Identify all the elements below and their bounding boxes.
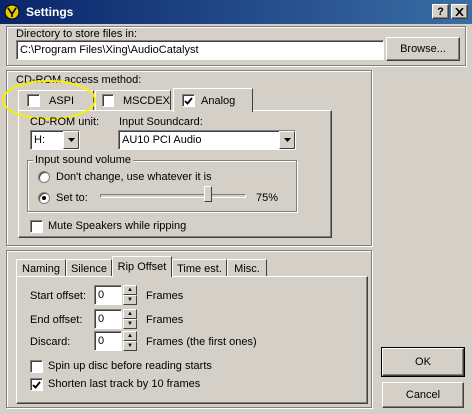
soundcard-select[interactable]: AU10 PCI Audio — [118, 130, 296, 150]
discard-spinner[interactable]: ▲ ▼ — [123, 331, 137, 351]
discard-value: 0 — [98, 335, 105, 347]
tab-naming[interactable]: Naming — [16, 259, 66, 277]
tab-analog[interactable]: Analog — [173, 88, 253, 112]
end-offset-input[interactable]: 0 — [94, 309, 122, 329]
discard-label: Discard: — [30, 336, 71, 348]
cdrom-unit-label: CD-ROM unit: — [30, 116, 100, 128]
shorten-label: Shorten last track by 10 frames — [48, 378, 201, 390]
cdrom-unit-value: H: — [34, 134, 45, 146]
start-offset-unit: Frames — [146, 290, 184, 302]
directory-path-field[interactable]: C:\Program Files\Xing\AudioCatalyst — [16, 40, 384, 60]
close-icon — [455, 7, 464, 16]
spin-up-icon[interactable]: ▲ — [123, 285, 137, 295]
shorten-checkbox[interactable] — [30, 378, 43, 391]
tab-rip-offset[interactable]: Rip Offset — [112, 256, 172, 277]
discard-input[interactable]: 0 — [94, 331, 122, 351]
end-offset-label: End offset: — [30, 314, 83, 326]
chevron-down-icon — [283, 138, 291, 142]
start-offset-spinner[interactable]: ▲ ▼ — [123, 285, 137, 305]
tab-silence[interactable]: Silence — [66, 259, 112, 277]
radio-dont-change[interactable] — [38, 171, 50, 183]
start-offset-label: Start offset: — [30, 290, 87, 302]
close-button[interactable] — [451, 4, 468, 19]
spinup-checkbox[interactable] — [30, 360, 43, 373]
spin-down-icon[interactable]: ▼ — [123, 341, 137, 351]
discard-unit: Frames (the first ones) — [146, 336, 257, 348]
volume-slider[interactable] — [100, 184, 248, 206]
cdrom-unit-select[interactable]: H: — [30, 130, 80, 150]
analog-label: Analog — [201, 94, 236, 107]
mute-label: Mute Speakers while ripping — [48, 220, 187, 232]
mscdex-label: MSCDEX — [122, 94, 170, 107]
help-button[interactable]: ? — [432, 4, 449, 19]
cancel-button[interactable]: Cancel — [382, 382, 464, 408]
chevron-down-icon — [67, 138, 75, 142]
checkmark-icon — [32, 380, 41, 389]
browse-button[interactable]: Browse... — [386, 37, 460, 61]
window-title: Settings — [26, 5, 74, 19]
radio-set-to[interactable] — [38, 192, 50, 204]
radio-selected-dot — [42, 196, 46, 200]
directory-path-value: C:\Program Files\Xing\AudioCatalyst — [20, 44, 199, 56]
volume-slider-thumb[interactable] — [204, 186, 212, 202]
soundcard-label: Input Soundcard: — [119, 116, 203, 128]
mscdex-checkbox[interactable] — [102, 94, 114, 107]
volume-group-label: Input sound volume — [33, 154, 134, 166]
spin-up-icon[interactable]: ▲ — [123, 309, 137, 319]
start-offset-input[interactable]: 0 — [94, 285, 122, 305]
analog-checkbox[interactable] — [182, 94, 195, 107]
checkmark-icon — [184, 96, 193, 105]
spinup-label: Spin up disc before reading starts — [48, 360, 212, 372]
mute-checkbox[interactable] — [30, 220, 43, 233]
cdrom-unit-dropdown[interactable] — [63, 131, 79, 149]
tab-mscdex[interactable]: MSCDEX — [95, 90, 171, 110]
radio-set-to-label: Set to: — [56, 192, 88, 204]
tab-time-est[interactable]: Time est. — [172, 259, 227, 277]
start-offset-value: 0 — [98, 289, 105, 301]
spin-down-icon[interactable]: ▼ — [123, 319, 137, 329]
directory-label: Directory to store files in: — [16, 28, 138, 40]
spin-up-icon[interactable]: ▲ — [123, 331, 137, 341]
ok-button[interactable]: OK — [381, 347, 465, 377]
end-offset-value: 0 — [98, 313, 105, 325]
spin-down-icon[interactable]: ▼ — [123, 295, 137, 305]
soundcard-value: AU10 PCI Audio — [122, 134, 202, 146]
tab-misc[interactable]: Misc. — [227, 259, 267, 277]
volume-slider-track — [100, 194, 246, 198]
app-icon — [4, 4, 20, 20]
end-offset-spinner[interactable]: ▲ ▼ — [123, 309, 137, 329]
soundcard-dropdown[interactable] — [279, 131, 295, 149]
end-offset-unit: Frames — [146, 314, 184, 326]
title-bar[interactable]: Settings ? — [0, 0, 472, 24]
volume-percent: 75% — [256, 192, 279, 204]
radio-dont-change-label: Don't change, use whatever it is — [56, 171, 212, 183]
